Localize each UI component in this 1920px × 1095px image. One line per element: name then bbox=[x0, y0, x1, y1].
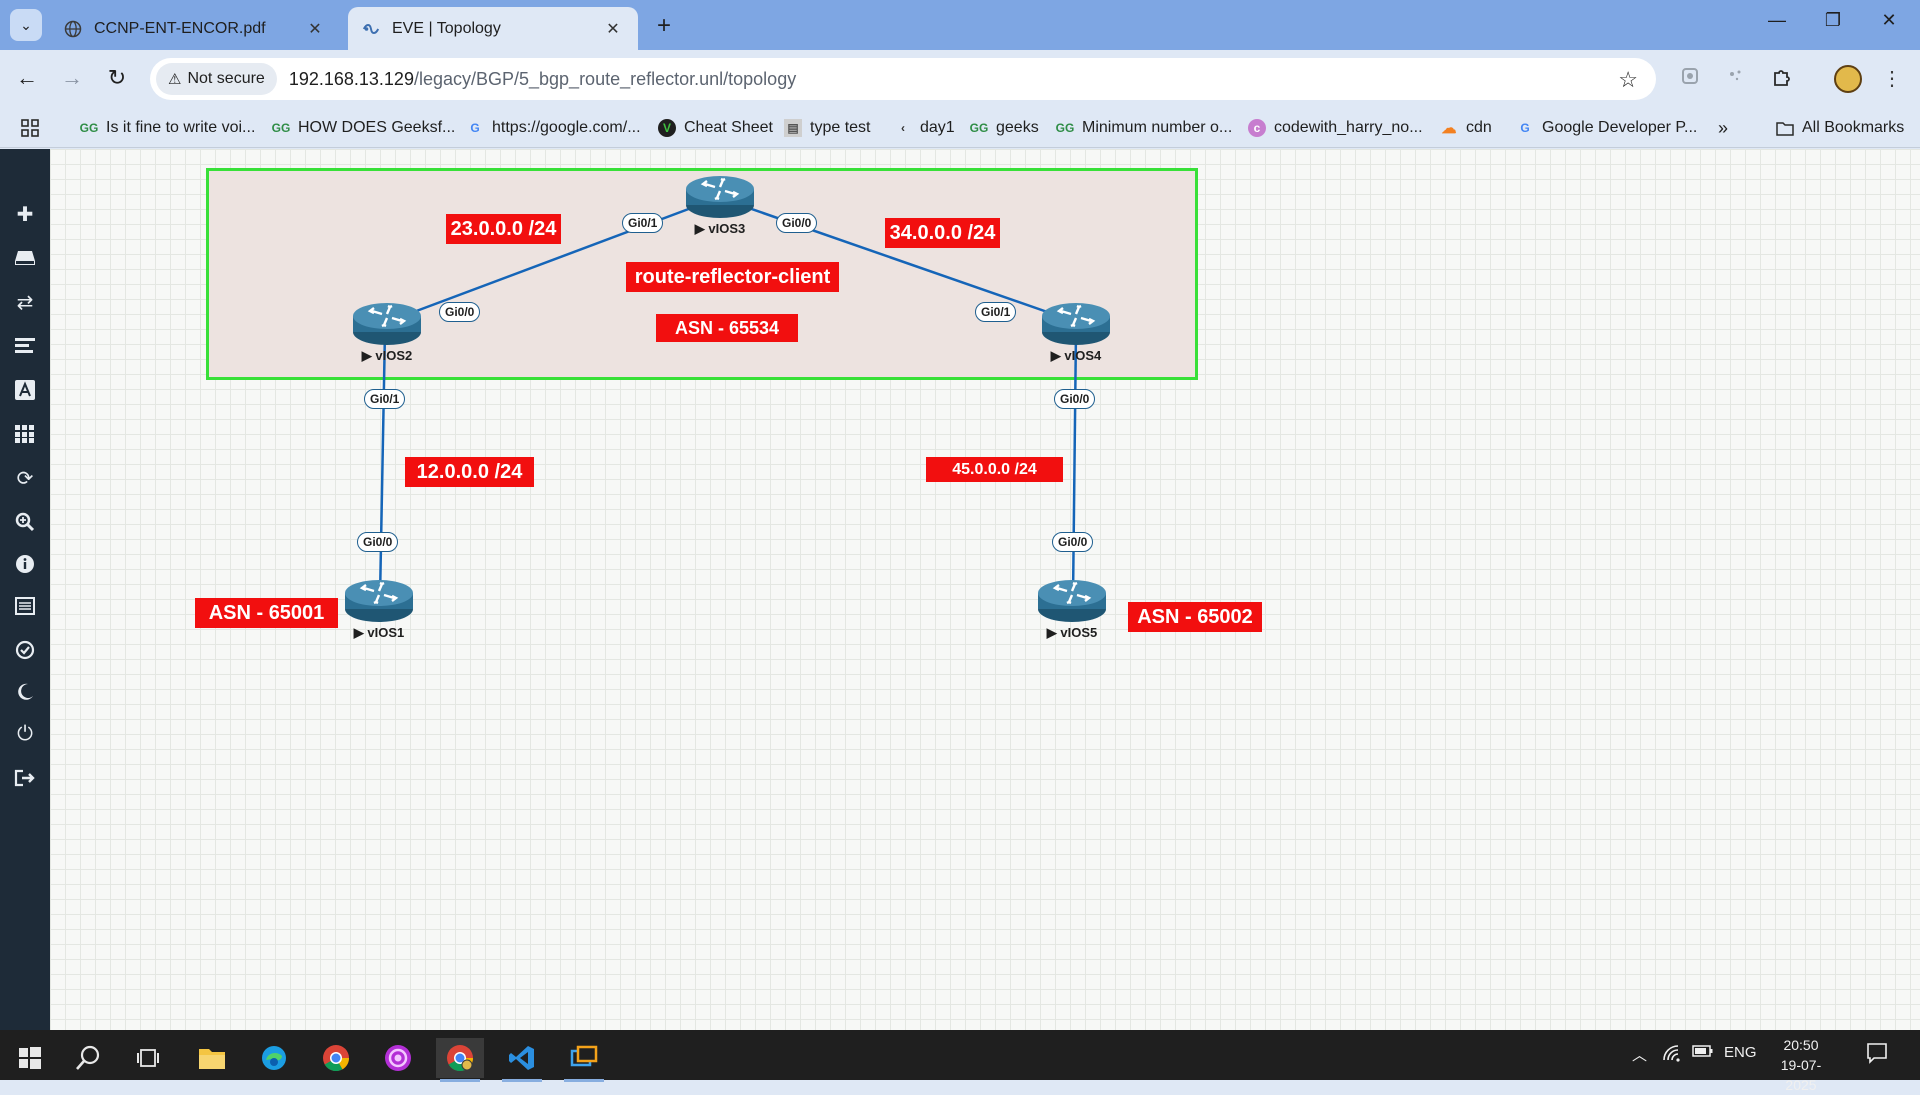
asn-label-vios1[interactable]: ASN - 65001 bbox=[195, 598, 338, 628]
link-vios3-vios4[interactable] bbox=[719, 196, 1077, 324]
chrome-icon[interactable] bbox=[312, 1038, 360, 1078]
play-icon: ▶ bbox=[353, 625, 364, 640]
play-icon: ▶ bbox=[361, 348, 372, 363]
windows-taskbar: ︿ ENG 20:50 19-07-2025 bbox=[0, 1030, 1920, 1093]
network-label-23[interactable]: 23.0.0.0 /24 bbox=[446, 214, 561, 244]
asn-label-vios5[interactable]: ASN - 65002 bbox=[1128, 602, 1262, 632]
router-icon bbox=[1038, 580, 1106, 622]
link-vios2-vios1[interactable] bbox=[378, 329, 387, 599]
clock-date: 19-07-2025 bbox=[1780, 1057, 1822, 1093]
battery-icon[interactable] bbox=[1692, 1044, 1714, 1062]
router-vios1[interactable]: ▶ vIOS1 bbox=[344, 575, 414, 645]
router-icon bbox=[345, 580, 413, 622]
router-vios2[interactable]: ▶ vIOS2 bbox=[352, 298, 422, 368]
port-label[interactable]: Gi0/1 bbox=[364, 389, 406, 409]
port-label[interactable]: Gi0/1 bbox=[622, 213, 664, 233]
task-view-icon[interactable] bbox=[124, 1038, 172, 1078]
router-vios5[interactable]: ▶ vIOS5 bbox=[1037, 575, 1107, 645]
remote-desktop-icon[interactable] bbox=[560, 1038, 608, 1082]
topology-links bbox=[378, 196, 1078, 599]
router-vios3[interactable]: ▶ vIOS3 bbox=[685, 171, 755, 241]
file-explorer-icon[interactable] bbox=[188, 1038, 236, 1078]
asn-label-core[interactable]: ASN - 65534 bbox=[656, 314, 798, 342]
node-label: vIOS4 bbox=[1064, 348, 1102, 363]
route-reflector-client-label[interactable]: route-reflector-client bbox=[626, 262, 839, 292]
node-label: vIOS2 bbox=[375, 348, 413, 363]
router-icon bbox=[1042, 303, 1110, 345]
network-label-12[interactable]: 12.0.0.0 /24 bbox=[405, 457, 534, 487]
clock-time: 20:50 bbox=[1783, 1037, 1819, 1053]
windows-start-icon[interactable] bbox=[6, 1038, 54, 1078]
port-label[interactable]: Gi0/0 bbox=[357, 532, 399, 552]
port-label[interactable]: Gi0/0 bbox=[776, 213, 818, 233]
node-label: vIOS5 bbox=[1060, 625, 1098, 640]
router-icon bbox=[686, 176, 754, 218]
network-wifi-icon[interactable] bbox=[1662, 1044, 1682, 1066]
search-icon[interactable] bbox=[64, 1038, 112, 1078]
chrome-profile-icon[interactable] bbox=[436, 1038, 484, 1082]
vscode-icon[interactable] bbox=[498, 1038, 546, 1082]
play-icon: ▶ bbox=[1050, 348, 1061, 363]
port-label[interactable]: Gi0/0 bbox=[439, 302, 481, 322]
app-purple-icon[interactable] bbox=[374, 1038, 422, 1078]
clock[interactable]: 20:50 19-07-2025 bbox=[1766, 1035, 1836, 1095]
notification-center-icon[interactable] bbox=[1866, 1042, 1888, 1068]
link-vios4-vios5[interactable] bbox=[1071, 329, 1078, 599]
node-label: vIOS3 bbox=[708, 221, 746, 236]
router-vios4[interactable]: ▶ vIOS4 bbox=[1041, 298, 1111, 368]
edge-icon[interactable] bbox=[250, 1038, 298, 1078]
port-label[interactable]: Gi0/1 bbox=[975, 302, 1017, 322]
network-label-34[interactable]: 34.0.0.0 /24 bbox=[885, 218, 1000, 248]
play-icon: ▶ bbox=[1046, 625, 1057, 640]
play-icon: ▶ bbox=[694, 221, 705, 236]
network-label-45[interactable]: 45.0.0.0 /24 bbox=[926, 457, 1063, 482]
port-label[interactable]: Gi0/0 bbox=[1054, 389, 1096, 409]
language-indicator[interactable]: ENG bbox=[1724, 1044, 1757, 1061]
node-label: vIOS1 bbox=[367, 625, 405, 640]
port-label[interactable]: Gi0/0 bbox=[1052, 532, 1094, 552]
router-icon bbox=[353, 303, 421, 345]
show-hidden-icons-chevron-icon[interactable]: ︿ bbox=[1632, 1044, 1647, 1065]
